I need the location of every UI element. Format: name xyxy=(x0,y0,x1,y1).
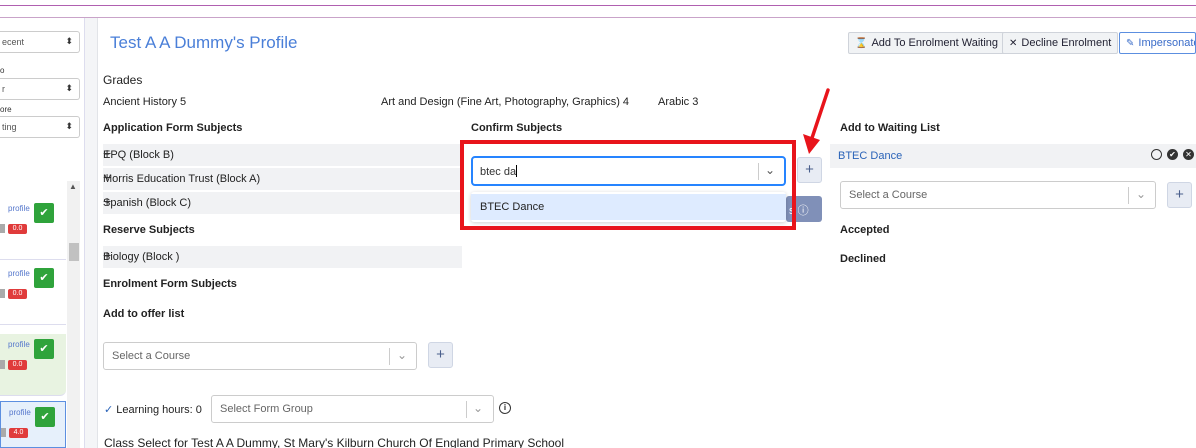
scroll-up-icon[interactable]: ▲ xyxy=(69,182,77,191)
button-label: Impersonate xyxy=(1138,37,1196,49)
waiting-course-select[interactable]: Select a Course ⌄ xyxy=(840,181,1156,209)
score-badge: 0.0 xyxy=(8,289,27,299)
add-icon[interactable]: + xyxy=(103,247,456,263)
student-card[interactable]: profile ✔ 0.0 xyxy=(0,198,66,260)
form-group-select[interactable]: Select Form Group ⌄ xyxy=(211,395,494,423)
declined-heading: Declined xyxy=(840,253,886,265)
sidebar-label: ore xyxy=(0,105,12,114)
select-arrows-icon: ⬍ xyxy=(65,83,73,93)
close-circle-icon[interactable]: ✕ xyxy=(1183,149,1194,160)
waiting-list-heading: Add to Waiting List xyxy=(840,122,940,134)
sidebar-sort-select[interactable]: ecent ⬍ xyxy=(0,31,80,53)
block-icon[interactable] xyxy=(1151,149,1162,160)
close-icon: ✕ xyxy=(1009,38,1018,49)
select-placeholder: Select a Course xyxy=(849,189,928,201)
highlight-box xyxy=(460,140,796,230)
sidebar-scrollbar[interactable] xyxy=(67,181,80,448)
add-icon[interactable]: + xyxy=(103,145,456,161)
impersonate-button[interactable]: ✎ Impersonate xyxy=(1119,32,1196,54)
learning-hours: ✓ Learning hours: 0 xyxy=(104,403,202,416)
button-label: Decline Enrolment xyxy=(1021,37,1112,49)
profile-link[interactable]: profile xyxy=(8,204,30,213)
chevron-down-icon: ⌄ xyxy=(397,348,408,362)
sidebar: ecent ⬍ o r ⬍ ore ting ⬍ profile ✔ 0.0 p… xyxy=(0,18,85,448)
status-chip xyxy=(0,289,5,298)
offer-course-select[interactable]: Select a Course ⌄ xyxy=(103,342,417,370)
select-separator xyxy=(389,348,390,365)
student-card[interactable]: profile ✔ 0.0 xyxy=(0,263,66,325)
chevron-down-icon: ⌄ xyxy=(1136,187,1147,201)
select-arrows-icon: ⬍ xyxy=(65,36,73,46)
sidebar-filter-select[interactable]: r ⬍ xyxy=(0,78,80,100)
add-icon[interactable]: + xyxy=(103,169,456,185)
offer-list-heading: Add to offer list xyxy=(103,308,185,320)
profile-link[interactable]: profile xyxy=(9,408,31,417)
select-arrows-icon: ⬍ xyxy=(65,121,73,131)
reserve-subjects-heading: Reserve Subjects xyxy=(103,224,195,236)
top-bar xyxy=(0,0,1196,18)
accepted-heading: Accepted xyxy=(840,224,890,236)
learning-hours-label: Learning hours: 0 xyxy=(116,404,202,416)
grade-item: Ancient History 5 xyxy=(103,96,187,108)
scrollbar-thumb[interactable] xyxy=(69,243,79,261)
enrolment-form-heading: Enrolment Form Subjects xyxy=(103,278,237,290)
student-card-selected[interactable]: profile ✔ 4.0 xyxy=(0,401,66,448)
score-badge: 0.0 xyxy=(8,224,27,234)
select-placeholder: Select a Course xyxy=(112,350,191,362)
select-separator xyxy=(466,401,467,418)
score-badge: 4.0 xyxy=(9,428,28,438)
sidebar-status-value: ting xyxy=(2,122,17,132)
decline-enrolment-button[interactable]: ✕ Decline Enrolment xyxy=(1002,32,1119,54)
application-form-heading: Application Form Subjects xyxy=(103,122,243,134)
arrow-annotation-icon xyxy=(803,88,830,154)
grade-item: Arabic 3 xyxy=(658,96,699,108)
sidebar-status-select[interactable]: ting ⬍ xyxy=(0,116,80,138)
approve-user-icon[interactable]: ✔ xyxy=(34,268,54,288)
info-icon[interactable]: i xyxy=(499,402,511,414)
add-offer-button[interactable]: + xyxy=(428,342,453,368)
add-icon[interactable]: + xyxy=(103,193,456,209)
sidebar-label: o xyxy=(0,66,5,75)
confirm-subjects-heading: Confirm Subjects xyxy=(471,122,563,134)
grades-heading: Grades xyxy=(103,73,143,87)
add-waiting-button[interactable]: + xyxy=(1167,182,1192,208)
status-chip xyxy=(0,224,5,233)
list-item: EPQ (Block B) + xyxy=(103,144,462,166)
student-card[interactable]: profile ✔ 0.0 xyxy=(0,334,66,396)
hourglass-icon: ⌛ xyxy=(855,38,868,49)
add-to-enrolment-waiting-button[interactable]: ⌛ Add To Enrolment Waiting xyxy=(848,32,1006,54)
status-chip xyxy=(0,360,5,369)
approve-user-icon[interactable]: ✔ xyxy=(34,339,54,359)
list-item: Biology (Block ) + xyxy=(103,246,462,268)
check-circle-icon[interactable]: ✔ xyxy=(1167,149,1178,160)
class-select-heading: Class Select for Test A A Dummy, St Mary… xyxy=(104,436,565,448)
profile-panel xyxy=(97,18,1196,448)
approve-user-icon[interactable]: ✔ xyxy=(35,407,55,427)
approve-user-icon[interactable]: ✔ xyxy=(34,203,54,223)
sidebar-filter-value: r xyxy=(2,84,5,94)
waiting-course-link[interactable]: BTEC Dance xyxy=(838,150,902,162)
list-item: Morris Education Trust (Block A) + xyxy=(103,168,462,190)
profile-link[interactable]: profile xyxy=(8,269,30,278)
chevron-down-icon: ⌄ xyxy=(473,401,484,415)
select-separator xyxy=(1128,187,1129,204)
profile-link[interactable]: profile xyxy=(8,340,30,349)
page-title: Test A A Dummy's Profile xyxy=(110,33,298,52)
pencil-icon: ✎ xyxy=(1126,38,1135,49)
score-badge: 0.0 xyxy=(8,360,27,370)
add-confirm-subject-button[interactable]: + xyxy=(797,157,822,183)
waiting-list-item: BTEC Dance ✔ ✕ xyxy=(830,144,1196,168)
status-chip xyxy=(1,428,6,437)
check-icon: ✓ xyxy=(104,404,114,416)
grade-item: Art and Design (Fine Art, Photography, G… xyxy=(381,96,630,108)
list-item: Spanish (Block C) + xyxy=(103,192,462,214)
sidebar-sort-value: ecent xyxy=(2,37,25,47)
select-placeholder: Select Form Group xyxy=(220,403,313,415)
button-label: Add To Enrolment Waiting xyxy=(871,37,999,49)
info-icon: ⓘ xyxy=(797,205,809,217)
